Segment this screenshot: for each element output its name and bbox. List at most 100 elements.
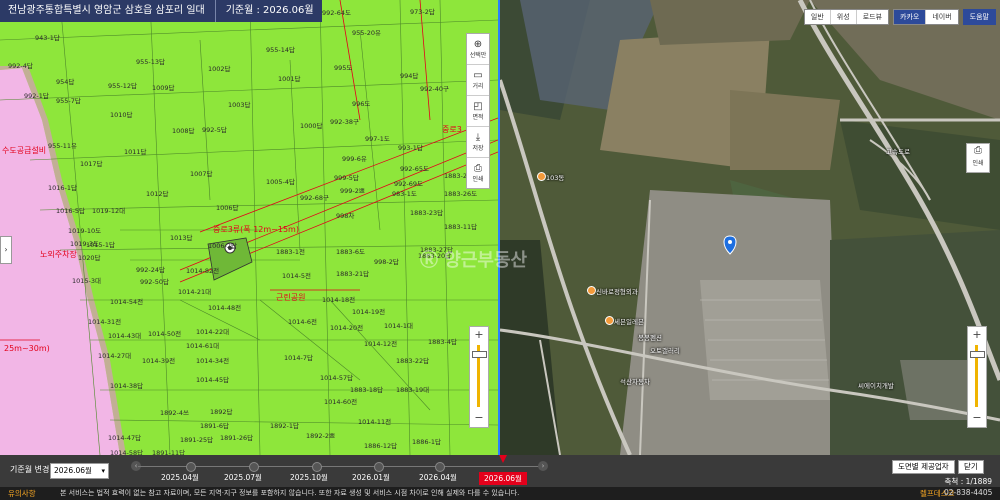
parcel-label: 992-24답 [136,266,166,274]
parcel-label: 1014-21대 [178,288,212,296]
timeline-next-button[interactable]: › [538,461,548,471]
parcel-label: 1014-50전 [148,330,182,338]
parcel-label: 955-14답 [266,46,296,54]
tab-roadview[interactable]: 로드뷰 [857,10,888,24]
print-icon: ⎙ [474,163,482,174]
poi-marker-icon[interactable] [587,286,596,295]
timeline-month[interactable]: 2026.04월 [419,472,457,483]
map-provider-tabs: 카카오 네이버 [893,9,959,25]
parcel-label: 1014-1대 [384,322,414,330]
parcel-label: 1014-47답 [108,434,142,442]
timeline-dot[interactable] [374,462,384,472]
parcel-label: 1883-21답 [336,270,370,278]
zoom-out-button[interactable]: − [968,411,986,424]
zone-label: 25m~30m) [4,344,50,353]
print-icon: ⎙ [974,145,982,156]
parcel-label: 992-38구 [330,118,360,126]
parcel-label: 1883-26도 [444,190,478,198]
timeline-active-month[interactable]: 2026.06월 [479,472,527,485]
notice-text: 본 서비스는 법적 효력이 없는 참고 자료이며, 모든 지역·지구 정보를 포… [60,489,520,497]
poi-label[interactable]: 고속도로 [886,146,910,156]
parcel-label: 1014-18전 [322,296,356,304]
zoom-in-button[interactable]: + [968,328,986,341]
provider-button[interactable]: 도면별 제공업자 [892,460,955,474]
parcel-label: 992-68구 [300,194,330,202]
zone-label: 중로3류(폭 12m~15m) [213,225,299,234]
map-type-tabs: 일반 위성 로드뷰 [803,9,890,25]
timeline-month[interactable]: 2025.10월 [290,472,328,483]
poi-marker-icon[interactable] [537,172,546,181]
tool-label: 인쇄 [472,176,484,183]
poi-label[interactable]: 신바로정형외과 [596,286,638,296]
timeline-label: 기준월 변경 [10,465,50,474]
select-tool-button[interactable]: ⊕ 선택만 [467,34,489,65]
parcel-label: 1010답 [110,111,133,119]
parcel-label: 1014-19전 [352,308,386,316]
poi-label[interactable]: 세븐일레븐 [614,316,644,326]
cadastral-map[interactable]: 943-1답 992-4답 992-1답 954답 955-7답 955-12답 955-1… [0,0,498,455]
close-button[interactable]: 닫기 [958,460,984,474]
poi-marker-icon[interactable] [605,316,614,325]
poi-label[interactable]: 씨에이치개발 [858,380,894,390]
parcel-label: 1883-11답 [444,223,478,231]
zone-label: 근린공원 [276,293,306,302]
parcel-label: 1014-31전 [88,318,122,326]
parcel-label: 1007답 [190,170,213,178]
parcel-label: 954답 [56,78,75,86]
parcel-label: 1015-3대 [72,277,102,285]
help-button[interactable]: 도움말 [962,9,996,25]
area-icon: ◰ [473,101,483,112]
timeline-month[interactable]: 2025.07월 [224,472,262,483]
tab-naver[interactable]: 네이버 [926,10,957,24]
tab-general[interactable]: 일반 [805,10,831,24]
map-tabs: 일반 위성 로드뷰 카카오 네이버 도움말 [803,9,996,25]
poi-label[interactable]: 오토갤러리 [650,345,680,355]
poi-label[interactable]: 석산자동차 [620,376,650,386]
poi-label[interactable]: 103동 [546,172,564,182]
sidebar-toggle-button[interactable]: › [0,236,12,264]
month-select[interactable]: 2026.06월 ▾ [50,463,109,479]
parcel-label: 998-2답 [374,258,399,266]
tab-kakao[interactable]: 카카오 [894,10,927,24]
left-zoom-control: + − [469,326,489,428]
zoom-in-button[interactable]: + [470,328,488,341]
zone-label: 중로3 [442,125,462,134]
parcel-label: 1014-22대 [196,328,230,336]
parcel-label: 1892답 [210,408,233,416]
zoom-thumb[interactable] [970,351,985,358]
timeline-dot[interactable] [312,462,322,472]
timeline-dot[interactable] [186,462,196,472]
parcel-label: 1014-45답 [196,376,230,384]
timeline-dot[interactable] [435,462,445,472]
parcel-label: 1003답 [228,101,251,109]
zoom-out-button[interactable]: − [470,411,488,424]
right-print-button[interactable]: ⎙ 인쇄 [966,143,990,173]
area-tool-button[interactable]: ◰ 면적 [467,96,489,127]
parcel-label: 1014-58답 [110,449,144,455]
tab-satellite[interactable]: 위성 [831,10,857,24]
right-zoom-control: + − [967,326,987,428]
poi-label[interactable]: 봉봉펜션 [638,332,662,342]
save-button[interactable]: ⤓ 저장 [467,127,489,158]
satellite-map[interactable]: 일반 위성 로드뷰 카카오 네이버 도움말 ⎙ 인쇄 + − [500,0,1000,455]
zoom-thumb[interactable] [472,351,487,358]
parcel-label: 1014-38답 [110,382,144,390]
timeline-active-pin[interactable] [499,455,507,463]
parcel-label: 997-1도 [365,135,390,143]
timeline-month[interactable]: 2026.01월 [352,472,390,483]
parcel-label: 992-5답 [202,126,227,134]
timeline-dot[interactable] [249,462,259,472]
parcel-label: 1014-5전 [282,272,312,280]
parcel-label: 1019-10도 [68,227,102,235]
parcel-label: 1016-1답 [48,184,78,192]
tool-label: 선택만 [469,52,487,59]
base-date: 기준월 : 2026.06월 [214,0,314,22]
distance-tool-button[interactable]: ▭ 거리 [467,65,489,96]
parcel-label: 1891-11답 [152,449,186,455]
timeline-month[interactable]: 2025.04월 [161,472,199,483]
parcel-label: 1883-1전 [276,248,306,256]
parcel-label: 1014-6전 [288,318,318,326]
parcel-label: 996도 [352,100,371,108]
parcel-label: 955-13답 [136,58,166,66]
print-button[interactable]: ⎙ 인쇄 [467,158,489,188]
